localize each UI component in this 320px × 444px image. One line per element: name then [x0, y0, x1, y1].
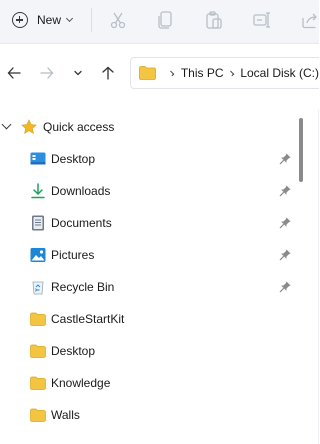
sidebar-item-desktop-folder[interactable]: Desktop	[0, 335, 296, 367]
navigation-row: This PC Local Disk (C:)	[0, 44, 319, 102]
chevron-down-icon[interactable]	[1, 119, 12, 130]
desktop-icon	[30, 151, 46, 167]
share-icon[interactable]	[300, 10, 320, 30]
pin-icon[interactable]	[278, 280, 292, 294]
new-button[interactable]: New	[6, 6, 80, 34]
pane-divider	[318, 110, 319, 444]
forward-arrow-icon[interactable]	[36, 62, 58, 84]
sidebar-item-documents[interactable]: Documents	[0, 207, 296, 239]
sidebar-item-label: Documents	[51, 216, 112, 230]
sidebar-item-label: Recycle Bin	[51, 280, 115, 294]
new-label: New	[37, 13, 62, 27]
star-icon	[21, 119, 37, 135]
sidebar-item-label: CastleStartKit	[51, 312, 125, 326]
sidebar-item-knowledge[interactable]: Knowledge	[0, 367, 296, 399]
sidebar-item-recycle-bin[interactable]: Recycle Bin	[0, 271, 296, 303]
sidebar-item-label: Walls	[51, 408, 80, 422]
sidebar-item-quick-access[interactable]: Quick access	[0, 111, 296, 143]
folder-icon	[139, 66, 156, 80]
up-arrow-icon[interactable]	[97, 62, 119, 84]
sidebar-item-label: Quick access	[43, 120, 115, 134]
folder-icon	[30, 407, 46, 423]
copy-icon[interactable]	[156, 10, 176, 30]
new-plus-icon	[12, 12, 28, 28]
sidebar-item-label: Pictures	[51, 248, 95, 262]
rename-icon[interactable]	[252, 10, 272, 30]
cut-icon[interactable]	[108, 10, 128, 30]
paste-icon[interactable]	[204, 10, 224, 30]
navigation-pane: Quick access Desktop Downloads Documents	[0, 110, 319, 444]
sidebar-item-label: Desktop	[51, 152, 96, 166]
breadcrumb-chevron-icon	[168, 70, 175, 76]
pin-icon[interactable]	[278, 248, 292, 262]
sidebar-item-walls[interactable]: Walls	[0, 399, 296, 431]
toolbar-separator	[91, 8, 92, 32]
sidebar-item-label: Downloads	[51, 184, 111, 198]
vertical-scrollbar[interactable]	[296, 110, 306, 444]
sidebar-item-pictures[interactable]: Pictures	[0, 239, 296, 271]
breadcrumb-this-pc[interactable]: This PC	[181, 66, 224, 80]
sidebar-item-label: Desktop	[51, 344, 96, 358]
pin-icon[interactable]	[278, 184, 292, 198]
command-bar: New	[0, 0, 319, 44]
scrollbar-thumb[interactable]	[299, 118, 303, 182]
pictures-icon	[30, 247, 46, 263]
sidebar-item-desktop[interactable]: Desktop	[0, 143, 296, 175]
recent-chevron-icon[interactable]	[67, 62, 89, 84]
chevron-down-icon	[65, 14, 74, 23]
sidebar-item-label: Knowledge	[51, 376, 111, 390]
breadcrumb-chevron-icon	[228, 70, 234, 76]
back-arrow-icon[interactable]	[3, 62, 25, 84]
folder-icon	[30, 375, 46, 391]
folder-icon	[30, 343, 46, 359]
downloads-icon	[30, 183, 46, 199]
address-bar[interactable]: This PC Local Disk (C:)	[130, 57, 319, 89]
breadcrumb-local-disk[interactable]: Local Disk (C:)	[240, 66, 319, 80]
pin-icon[interactable]	[278, 216, 292, 230]
recycle-bin-icon	[30, 279, 46, 295]
documents-icon	[30, 215, 46, 231]
pin-icon[interactable]	[278, 152, 292, 166]
sidebar-item-castlestartkit[interactable]: CastleStartKit	[0, 303, 296, 335]
folder-icon	[30, 311, 46, 327]
sidebar-item-downloads[interactable]: Downloads	[0, 175, 296, 207]
